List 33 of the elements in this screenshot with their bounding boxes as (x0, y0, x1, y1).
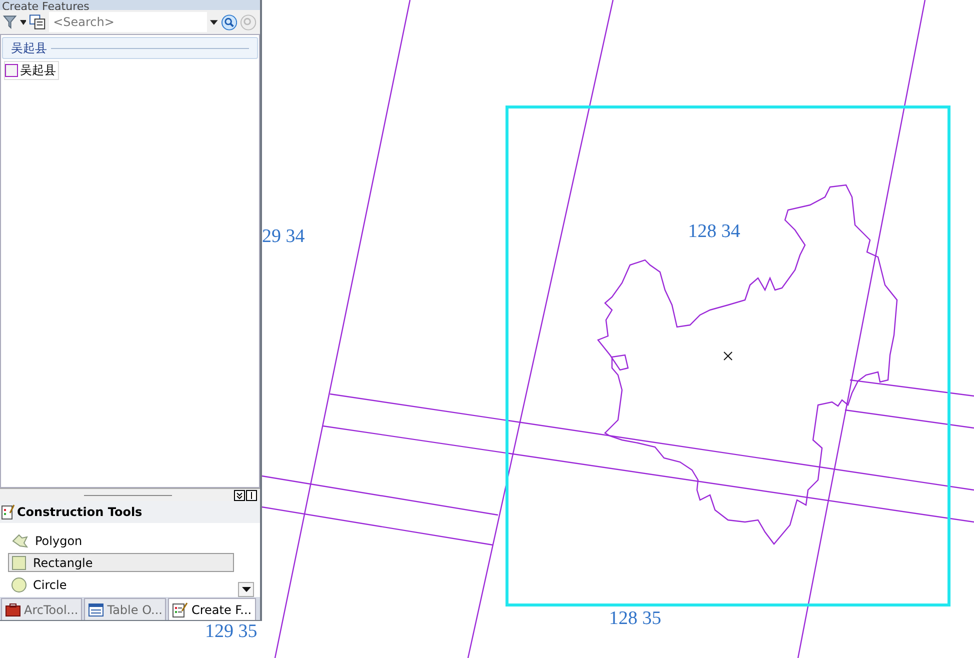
caret-icon (242, 587, 250, 592)
template-group-header[interactable]: 吴起县 (2, 37, 258, 59)
circle-icon (11, 576, 27, 592)
toolbox-icon (5, 602, 21, 616)
edit-list-icon (172, 602, 188, 618)
edit-list-icon (1, 504, 15, 520)
pane-icon[interactable] (246, 490, 257, 500)
tool-item[interactable]: Rectangle (8, 553, 234, 572)
search-field[interactable]: <Search> (49, 12, 208, 32)
panel-tab[interactable]: Create F... (168, 598, 256, 620)
dropdown-caret-icon[interactable] (210, 20, 218, 24)
map-label: 129 35 (205, 622, 258, 641)
collapse-icon[interactable] (234, 490, 245, 500)
table-icon (88, 602, 104, 616)
table-icon[interactable] (29, 14, 46, 30)
filter-icon[interactable] (3, 14, 17, 30)
dropdown-caret-icon[interactable] (20, 20, 26, 24)
polygon-icon (11, 532, 29, 548)
centroid-marker (724, 352, 732, 360)
panel-splitter[interactable] (0, 488, 260, 501)
panel-tab[interactable]: ArcTool... (1, 598, 82, 620)
map-label: 128 35 (609, 609, 662, 628)
panel-tab[interactable]: Table O... (84, 598, 166, 620)
section-heading: Construction Tools (17, 505, 142, 519)
search-icon[interactable] (220, 14, 238, 30)
rectangle-icon (11, 554, 27, 570)
tool-item[interactable]: Circle (8, 575, 234, 594)
map-label: 29 34 (262, 227, 305, 246)
scroll-down-button[interactable] (238, 582, 254, 597)
panel-title: Create Features (2, 1, 90, 10)
tool-item[interactable]: Polygon (8, 531, 234, 550)
map-label: 128 34 (688, 222, 740, 241)
template-item[interactable]: 吴起县 (4, 61, 59, 80)
